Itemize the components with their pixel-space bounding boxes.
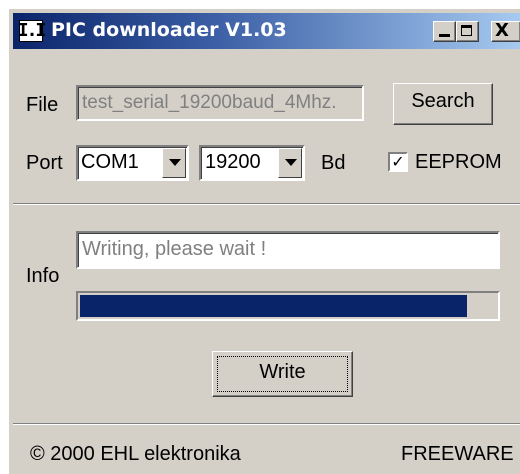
baud-select-value: 19200 (205, 151, 261, 173)
write-button[interactable]: Write (212, 351, 353, 397)
license-text: FREEWARE (401, 443, 514, 465)
close-button[interactable]: X (491, 20, 520, 42)
file-path-value: test_serial_19200baud_4Mhz. (82, 92, 337, 113)
main-window: I.I PIC downloader V1.03 X File test_ser… (8, 8, 520, 474)
minimize-icon (439, 34, 450, 37)
file-path-field[interactable]: test_serial_19200baud_4Mhz. (76, 85, 364, 121)
minimize-button[interactable] (433, 21, 456, 42)
window-title: PIC downloader V1.03 (51, 19, 287, 41)
search-button-label: Search (411, 90, 475, 112)
copyright-text: © 2000 EHL elektronika (30, 443, 241, 465)
port-select-value: COM1 (81, 151, 139, 173)
port-dropdown-arrow-icon[interactable] (162, 148, 186, 178)
progress-bar-fill (80, 295, 467, 317)
baud-dropdown-arrow-icon[interactable] (278, 148, 302, 178)
checkmark-icon: ✓ (391, 152, 405, 171)
section-divider-bottom (13, 423, 520, 425)
app-icon-glyph: I.I (17, 20, 46, 41)
maximize-icon (461, 25, 472, 36)
port-label: Port (26, 152, 63, 174)
baud-unit-label: Bd (321, 152, 346, 174)
baud-select[interactable]: 19200 (199, 145, 305, 181)
write-button-label: Write (259, 361, 306, 383)
file-label: File (26, 94, 59, 116)
app-icon[interactable]: I.I (17, 20, 46, 42)
info-message-field: Writing, please wait ! (76, 231, 500, 269)
maximize-button[interactable] (456, 21, 479, 42)
eeprom-label[interactable]: EEPROM (415, 151, 502, 174)
write-progress-bar (76, 291, 500, 321)
eeprom-checkbox[interactable]: ✓ (388, 152, 408, 172)
title-bar[interactable]: I.I PIC downloader V1.03 X (13, 13, 520, 49)
info-label: Info (26, 265, 60, 287)
port-select[interactable]: COM1 (76, 145, 189, 181)
info-message-text: Writing, please wait ! (82, 238, 267, 260)
search-button[interactable]: Search (393, 83, 493, 125)
section-divider-top (13, 203, 520, 205)
close-icon: X (495, 20, 509, 41)
